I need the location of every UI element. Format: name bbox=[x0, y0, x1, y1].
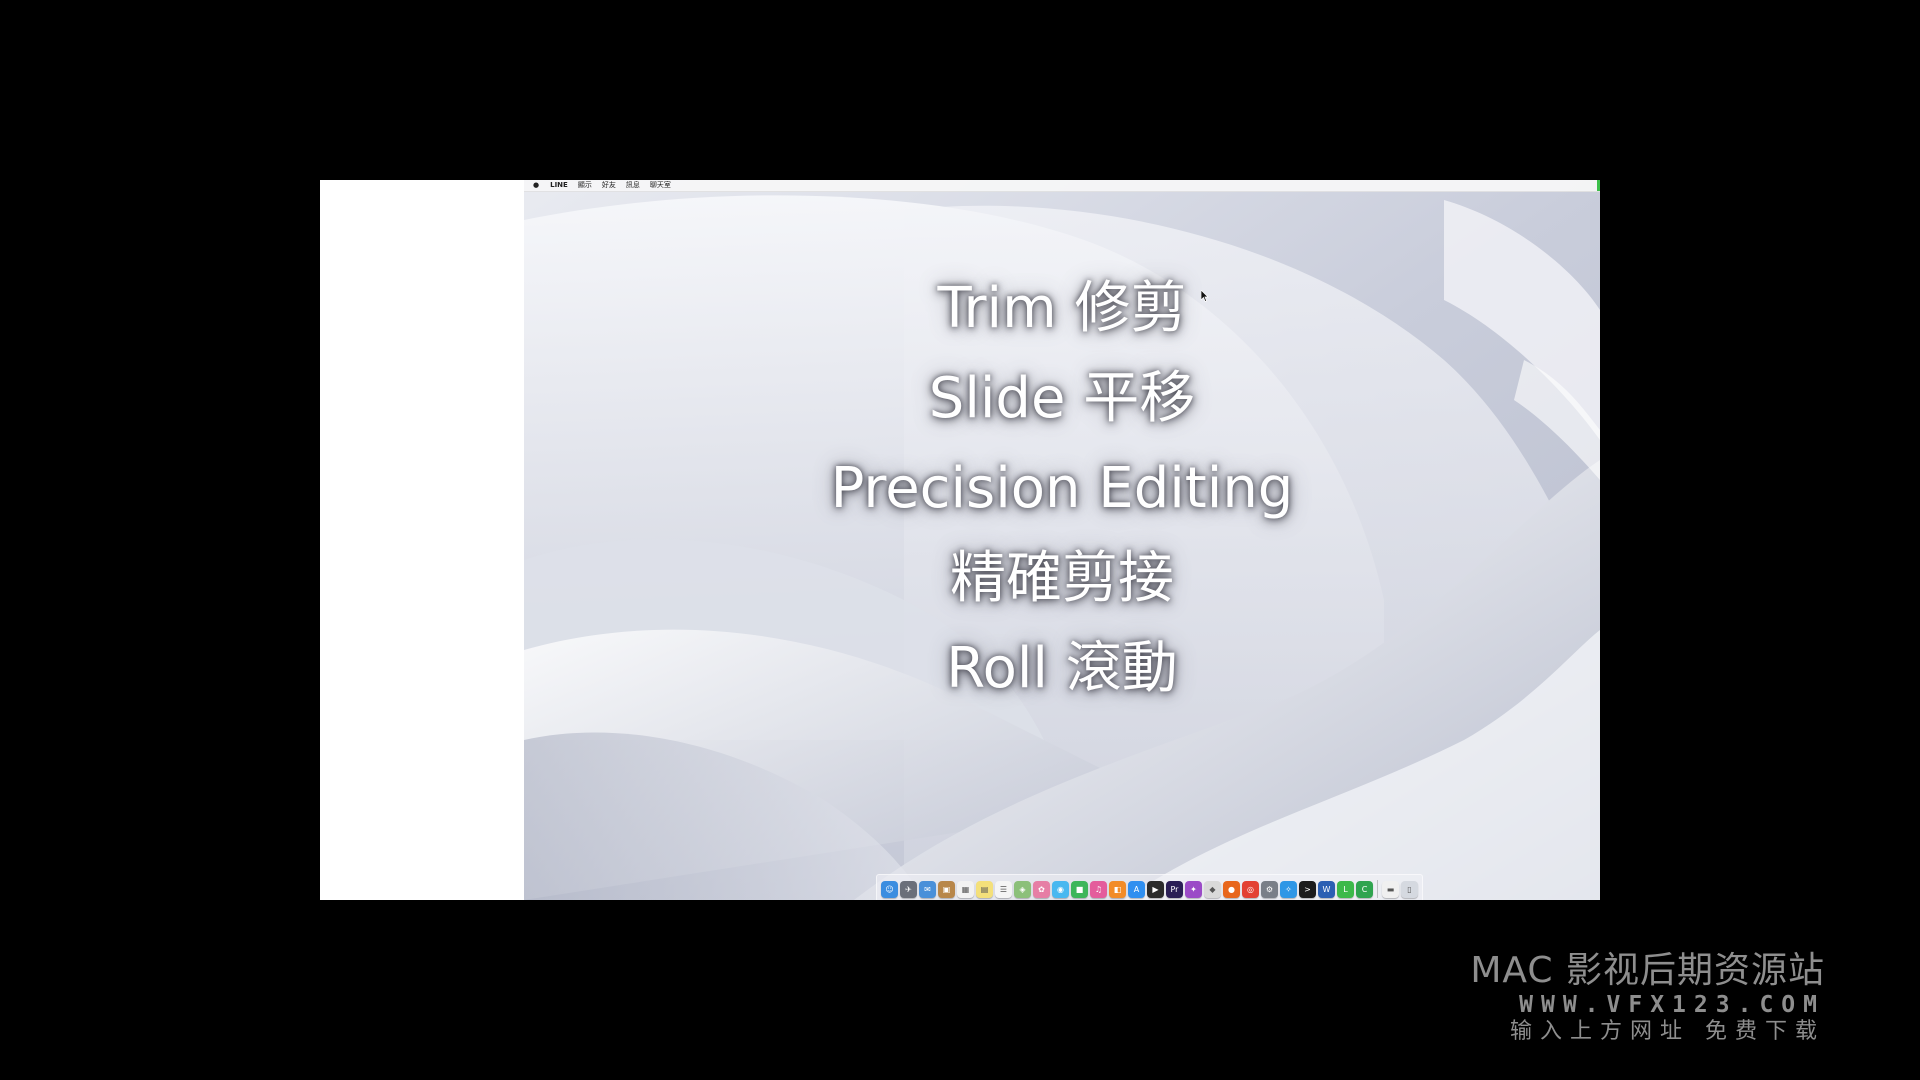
calendar-icon[interactable]: ▦ bbox=[957, 880, 974, 898]
messages-icon[interactable]: ◉ bbox=[1052, 880, 1069, 898]
launchpad-icon[interactable]: ✈ bbox=[900, 880, 917, 898]
facetime-icon[interactable]: ■ bbox=[1071, 880, 1088, 898]
blank-left-pane bbox=[320, 180, 524, 900]
final-cut-pro-icon[interactable]: ▶ bbox=[1147, 880, 1164, 898]
screen-icon[interactable]: ▬ bbox=[1382, 880, 1399, 898]
menu-item-chatroom[interactable]: 聊天室 bbox=[645, 180, 676, 191]
macos-menu-bar: ● LINE 顯示 好友 訊息 聊天室 bbox=[524, 180, 1600, 192]
video-frame: ● LINE 顯示 好友 訊息 聊天室 Trim 修剪 Slide 平移 Pre… bbox=[0, 0, 1920, 1080]
terminal-icon[interactable]: > bbox=[1299, 880, 1316, 898]
motion-icon[interactable]: ✦ bbox=[1185, 880, 1202, 898]
firefox-icon[interactable]: ● bbox=[1223, 880, 1240, 898]
compressor-icon[interactable]: ◆ bbox=[1204, 880, 1221, 898]
dock-separator bbox=[1377, 880, 1378, 898]
apple-icon[interactable]: ● bbox=[524, 180, 545, 191]
line-app-icon[interactable]: L bbox=[1337, 880, 1354, 898]
ibooks-icon[interactable]: ◧ bbox=[1109, 880, 1126, 898]
photos-icon[interactable]: ✿ bbox=[1033, 880, 1050, 898]
system-preferences-icon[interactable]: ⚙ bbox=[1261, 880, 1278, 898]
trash-icon[interactable]: ▯ bbox=[1401, 880, 1418, 898]
chrome-icon[interactable]: ◎ bbox=[1242, 880, 1259, 898]
itunes-icon[interactable]: ♫ bbox=[1090, 880, 1107, 898]
watermark-url: WWW.VFX123.COM bbox=[1519, 992, 1825, 1018]
macos-desktop: ● LINE 顯示 好友 訊息 聊天室 Trim 修剪 Slide 平移 Pre… bbox=[524, 180, 1600, 900]
recorded-screen: ● LINE 顯示 好友 訊息 聊天室 Trim 修剪 Slide 平移 Pre… bbox=[320, 180, 1600, 900]
mouse-cursor-icon bbox=[1201, 290, 1209, 302]
safari-icon[interactable]: ✧ bbox=[1280, 880, 1297, 898]
reminders-icon[interactable]: ☰ bbox=[995, 880, 1012, 898]
mail-icon[interactable]: ✉ bbox=[919, 880, 936, 898]
snow-dunes-wallpaper bbox=[524, 180, 1600, 900]
maps-icon[interactable]: ◈ bbox=[1014, 880, 1031, 898]
app-store-icon[interactable]: A bbox=[1128, 880, 1145, 898]
notes-icon[interactable]: ▤ bbox=[976, 880, 993, 898]
menu-item-view[interactable]: 顯示 bbox=[573, 180, 597, 191]
word-icon[interactable]: W bbox=[1318, 880, 1335, 898]
watermark: MAC 影视后期资源站 WWW.VFX123.COM 输入上方网址 免费下载 bbox=[1455, 950, 1825, 1046]
contacts-icon[interactable]: ▣ bbox=[938, 880, 955, 898]
finder-icon[interactable]: ☺ bbox=[881, 880, 898, 898]
watermark-slogan: 输入上方网址 免费下载 bbox=[1510, 1019, 1825, 1044]
menu-item-messages[interactable]: 訊息 bbox=[621, 180, 645, 191]
watermark-site-name: MAC 影视后期资源站 bbox=[1470, 950, 1825, 991]
menu-item-friends[interactable]: 好友 bbox=[597, 180, 621, 191]
macos-dock: ☺ ✈ ✉ ▣ ▦ ▤ ☰ ◈ ✿ ◉ ■ ♫ ◧ A ▶ Pr ✦ ◆ ● ◎ ⚙ ✧ > W L C ▬ ▯ bbox=[876, 874, 1423, 900]
menu-item-app[interactable]: LINE bbox=[545, 180, 573, 191]
camtasia-icon[interactable]: C bbox=[1356, 880, 1373, 898]
status-indicator bbox=[1597, 180, 1600, 191]
premiere-pro-icon[interactable]: Pr bbox=[1166, 880, 1183, 898]
